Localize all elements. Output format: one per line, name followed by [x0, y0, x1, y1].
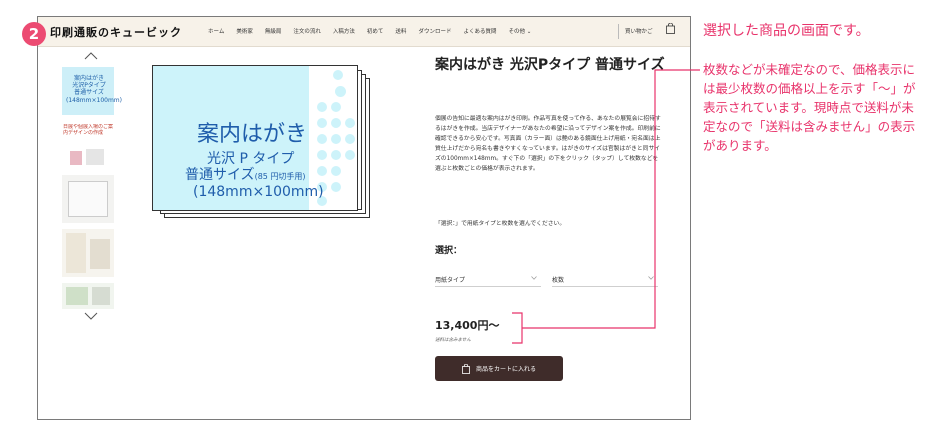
quantity-dropdown[interactable]: 枚数	[552, 271, 658, 287]
postcard-size-label: 普通サイズ	[185, 167, 255, 183]
decor-dot	[331, 182, 341, 192]
quantity-dropdown-label: 枚数	[552, 277, 565, 284]
nav-download[interactable]: ダウンロード	[418, 27, 451, 35]
decor-dot	[317, 134, 327, 144]
nav-first-time[interactable]: 初めて	[367, 27, 384, 35]
decor-dot	[331, 118, 341, 128]
postcard-title: 案内はがき	[197, 122, 308, 147]
nav-shipping[interactable]: 送料	[395, 27, 406, 35]
decor-dot	[331, 102, 341, 112]
nav-divider	[618, 24, 619, 39]
thumbnail-4-image	[66, 233, 86, 273]
decor-dot	[317, 118, 327, 128]
product-title: 案内はがき 光沢Pタイプ 普通サイズ	[435, 57, 665, 73]
annotation-body: 枚数などが未確定なので、価格表示には最少枚数の価格以上を示す「〜」が表示されてい…	[703, 62, 916, 153]
nav-faq[interactable]: よくある質問	[463, 27, 496, 35]
decor-dot	[345, 150, 355, 160]
selection-heading: 選択：	[435, 246, 463, 256]
thumbnail-2-text: 日展や個展入場のご案内デザインの作成	[63, 124, 113, 137]
add-to-cart-button[interactable]: 商品をカートに入れる	[435, 356, 563, 381]
nav-other[interactable]: その他 ⌄	[508, 27, 531, 35]
thumbnail-5-image	[66, 287, 88, 305]
paper-type-dropdown-label: 用紙タイプ	[435, 277, 466, 284]
thumbnail-3[interactable]	[62, 175, 114, 223]
thumbnail-1[interactable]: 案内はがき 光沢Pタイプ 普通サイズ (148mm×100mm)	[62, 67, 122, 115]
nav-submission[interactable]: 入稿方法	[333, 27, 355, 35]
page: 2 印刷通販のキュービック ホーム 美術家 無級局 注文の流れ 入稿方法 初めて…	[0, 0, 925, 443]
decor-dot	[317, 102, 327, 112]
paper-type-dropdown[interactable]: 用紙タイプ	[435, 271, 541, 287]
shipping-excluded-note: 送料は含みません	[435, 338, 471, 343]
decor-dot	[331, 166, 341, 176]
decor-dot	[345, 134, 355, 144]
decor-dot	[331, 134, 341, 144]
nav-order-flow[interactable]: 注文の流れ	[293, 27, 321, 35]
chevron-down-icon	[531, 276, 537, 280]
site-header: 印刷通販のキュービック ホーム 美術家 無級局 注文の流れ 入稿方法 初めて 送…	[38, 17, 690, 47]
thumbnail-5[interactable]	[62, 283, 114, 309]
selection-instruction: 「選択：」で用紙タイプと枚数を選んでください。	[435, 221, 566, 227]
nav-home[interactable]: ホーム	[208, 27, 224, 35]
thumbnail-2-photo	[70, 151, 82, 165]
thumbnail-1-text: 案内はがき 光沢Pタイプ 普通サイズ (148mm×100mm)	[66, 75, 122, 104]
decor-dot	[333, 70, 343, 80]
shopping-bag-icon	[462, 363, 470, 374]
thumbnail-2-photo-b	[86, 149, 104, 165]
step-number-badge: 2	[22, 22, 46, 46]
product-price: 13,400円〜	[435, 319, 500, 332]
postcard-subtitle-2: 普通サイズ(85 円切手用)	[185, 164, 306, 184]
site-logo[interactable]: 印刷通販のキュービック	[50, 24, 182, 40]
product-description: 個展の告知に最適な案内はがき印刷。作品写真を使って作る、あなたの展覧会に招待する…	[435, 116, 661, 172]
decor-dot	[345, 118, 355, 128]
product-main-image: 案内はがき 光沢 P タイプ 普通サイズ(85 円切手用) (148mm×100…	[152, 65, 358, 211]
postcard-dimensions: (148mm×100mm)	[193, 184, 324, 200]
thumbnail-4-image-b	[90, 239, 110, 269]
decor-dot	[317, 150, 327, 160]
chevron-down-icon	[648, 276, 654, 280]
postcard-stamp-note: (85 円切手用)	[254, 172, 306, 181]
shopping-bag-icon[interactable]	[666, 23, 675, 34]
annotation-title: 選択した商品の画面です。	[703, 23, 870, 39]
thumbnail-scroll-up-icon[interactable]	[84, 51, 98, 61]
main-nav: ホーム 美術家 無級局 注文の流れ 入稿方法 初めて 送料 ダウンロード よくあ…	[208, 27, 543, 35]
thumbnail-5-image-b	[92, 287, 110, 305]
add-to-cart-label: 商品をカートに入れる	[475, 366, 536, 373]
decor-dot	[317, 166, 327, 176]
thumbnail-4[interactable]	[62, 229, 114, 277]
cart-link[interactable]: 買い物かご	[625, 27, 653, 35]
thumbnail-scroll-down-icon[interactable]	[84, 311, 98, 321]
screenshot-frame: 印刷通販のキュービック ホーム 美術家 無級局 注文の流れ 入稿方法 初めて 送…	[37, 16, 691, 420]
thumbnail-2[interactable]: 日展や個展入場のご案内デザインの作成	[62, 121, 114, 169]
nav-artist[interactable]: 美術家	[236, 27, 253, 35]
decor-dot	[331, 150, 341, 160]
decor-dot	[335, 86, 346, 97]
nav-bureau[interactable]: 無級局	[265, 27, 282, 35]
thumbnail-3-image	[68, 181, 108, 217]
